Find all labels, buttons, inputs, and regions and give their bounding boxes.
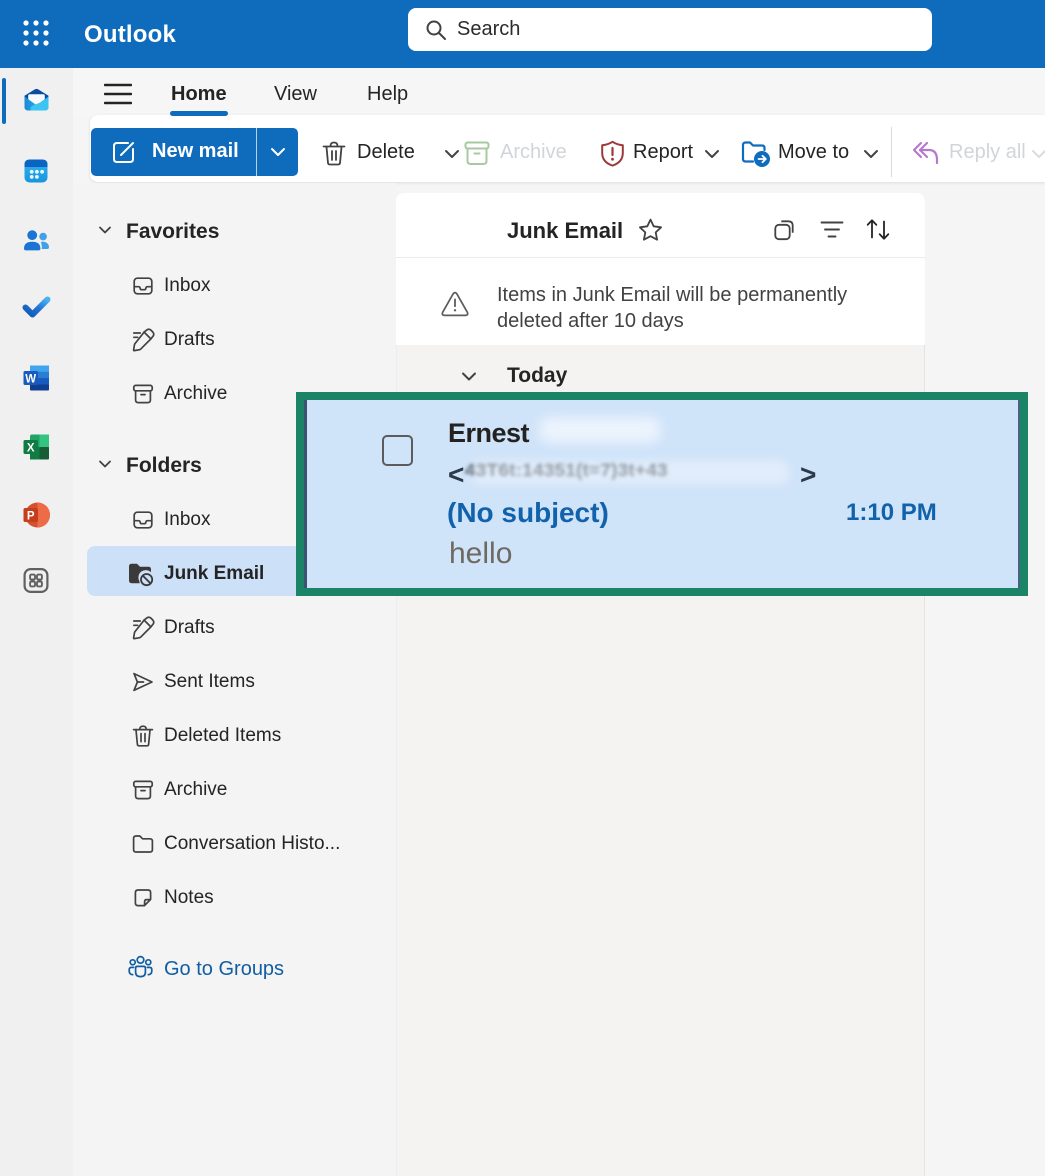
svg-text:X: X: [27, 443, 35, 455]
svg-text:P: P: [27, 511, 35, 523]
svg-text:W: W: [25, 374, 36, 386]
